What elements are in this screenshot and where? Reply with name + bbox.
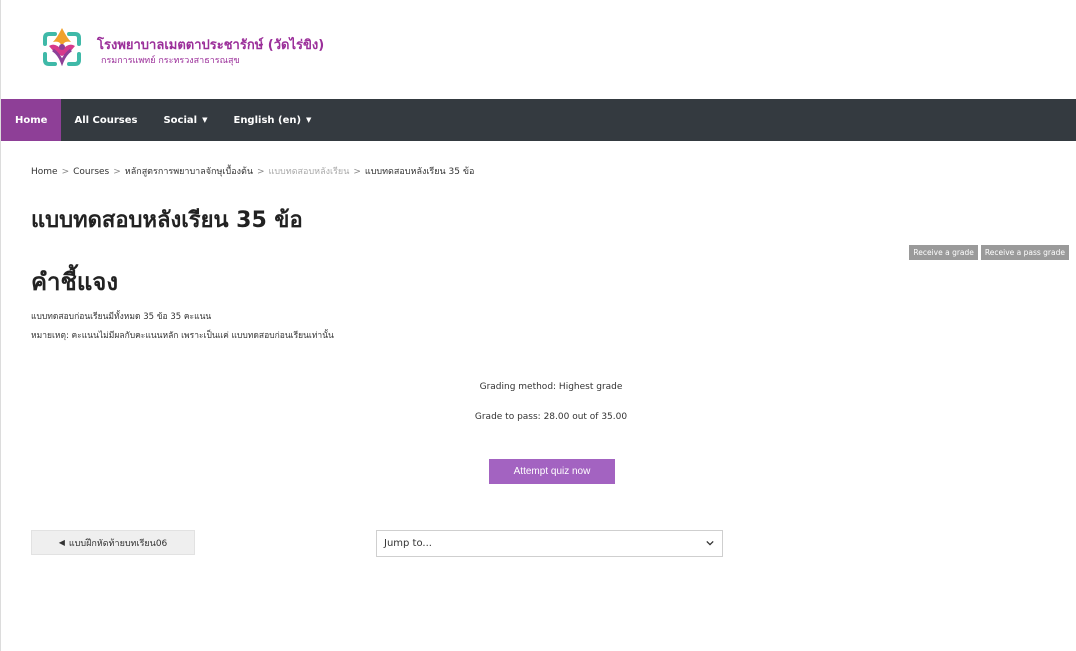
- description-line-2: หมายเหตุ: คะแนนไม่มีผลกับคะแนนหลัก เพราะ…: [31, 331, 334, 341]
- section-title: คำชี้แจง: [31, 268, 119, 296]
- nav-home-label: Home: [15, 114, 48, 126]
- nav-social-label: Social: [163, 114, 198, 126]
- receive-grade-badge: Receive a grade: [909, 245, 978, 260]
- nav-all-courses-label: All Courses: [74, 114, 138, 126]
- hospital-subtitle: กรมการแพทย์ กระทรวงสาธารณสุข: [101, 56, 240, 66]
- hospital-logo-icon[interactable]: [33, 20, 91, 78]
- breadcrumb-courses[interactable]: Courses: [73, 167, 109, 177]
- left-arrow-icon: ◀: [58, 538, 65, 547]
- breadcrumb-home[interactable]: Home: [31, 167, 58, 177]
- caret-down-icon: ▼: [306, 116, 312, 124]
- hospital-name[interactable]: โรงพยาบาลเมตตาประชารักษ์ (วัดไร่ขิง): [97, 34, 324, 55]
- breadcrumb-section: แบบทดสอบหลังเรียน: [268, 167, 350, 177]
- breadcrumb-separator-icon: >: [257, 167, 265, 177]
- nav-all-courses[interactable]: All Courses: [61, 99, 150, 141]
- breadcrumb-current[interactable]: แบบทดสอบหลังเรียน 35 ข้อ: [365, 167, 475, 177]
- nav-social-dropdown[interactable]: Social ▼: [150, 99, 220, 141]
- breadcrumb-course[interactable]: หลักสูตรการพยาบาลจักษุเบื้องต้น: [125, 167, 253, 177]
- page-title: แบบทดสอบหลังเรียน 35 ข้อ: [31, 208, 303, 233]
- site-header: โรงพยาบาลเมตตาประชารักษ์ (วัดไร่ขิง) กรม…: [1, 0, 1076, 99]
- grade-to-pass: Grade to pass: 28.00 out of 35.00: [474, 412, 628, 422]
- page: โรงพยาบาลเมตตาประชารักษ์ (วัดไร่ขิง) กรม…: [0, 0, 1076, 651]
- breadcrumb: Home > Courses > หลักสูตรการพยาบาลจักษุเบื้อ…: [31, 164, 474, 178]
- nav-home[interactable]: Home: [1, 99, 62, 141]
- breadcrumb-separator-icon: >: [113, 167, 121, 177]
- breadcrumb-separator-icon: >: [61, 167, 70, 177]
- receive-pass-grade-badge: Receive a pass grade: [980, 245, 1069, 260]
- jump-to-value: Jump to...: [384, 538, 432, 549]
- nav-language-label: English (en): [233, 114, 302, 126]
- description-line-1: แบบทดสอบก่อนเรียนมีทั้งหมด 35 ข้อ 35 คะแ…: [31, 312, 212, 322]
- main-navbar: Home All Courses Social ▼ English (en) ▼: [1, 99, 1076, 141]
- completion-badges: Receive a grade Receive a pass grade: [909, 245, 1069, 260]
- previous-activity-button[interactable]: ◀ แบบฝึกหัดท้ายบทเรียน06: [31, 530, 195, 555]
- nav-language-dropdown[interactable]: English (en) ▼: [220, 99, 324, 141]
- attempt-quiz-button[interactable]: Attempt quiz now: [489, 459, 615, 484]
- grading-method: Grading method: Highest grade: [479, 382, 623, 392]
- caret-down-icon: ▼: [202, 116, 208, 124]
- previous-activity-label: แบบฝึกหัดท้ายบทเรียน06: [68, 538, 168, 549]
- chevron-down-icon: [706, 540, 714, 546]
- jump-to-select[interactable]: Jump to...: [376, 530, 723, 557]
- breadcrumb-separator-icon: >: [353, 167, 361, 177]
